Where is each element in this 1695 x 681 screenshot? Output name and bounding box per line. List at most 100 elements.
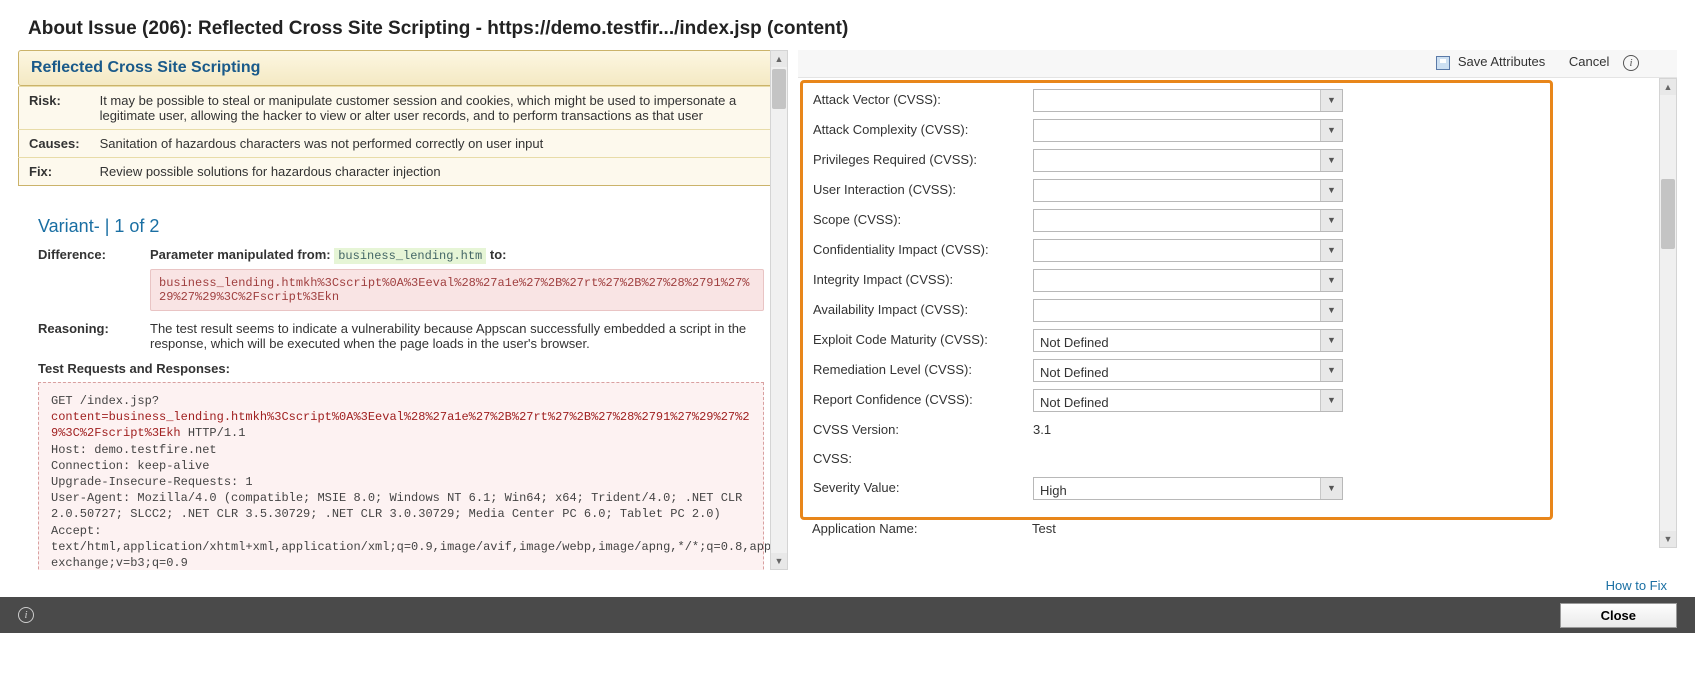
parameter-suffix: to: <box>490 247 507 262</box>
dropdown-value: Not Defined <box>1034 330 1320 351</box>
http-header-line: Upgrade-Insecure-Requests: 1 <box>51 474 751 490</box>
dropdown-value: High <box>1034 478 1320 499</box>
chevron-down-icon: ▼ <box>1320 330 1342 351</box>
attribute-dropdown[interactable]: ▼ <box>1033 239 1343 262</box>
attribute-label: Severity Value: <box>813 477 1033 499</box>
how-to-fix-link[interactable]: How to Fix <box>1606 578 1667 593</box>
attribute-label: Application Name: <box>812 518 1032 540</box>
save-attributes-label: Save Attributes <box>1458 54 1545 69</box>
attribute-row: Attack Vector (CVSS): ▼ <box>813 89 1540 112</box>
tests-title: Test Requests and Responses: <box>18 361 784 376</box>
attribute-dropdown[interactable]: Not Defined▼ <box>1033 359 1343 382</box>
attributes-toolbar: Save Attributes Cancel i <box>798 50 1677 78</box>
difference-body: Parameter manipulated from: business_len… <box>150 247 764 311</box>
risk-value: It may be possible to steal or manipulat… <box>90 87 784 130</box>
attribute-row: CVSS: <box>813 448 1540 470</box>
variant-heading: Variant- | 1 of 2 <box>18 186 784 247</box>
attribute-label: Remediation Level (CVSS): <box>813 359 1033 381</box>
attribute-row: Scope (CVSS): ▼ <box>813 209 1540 232</box>
cancel-button[interactable]: Cancel <box>1569 54 1609 69</box>
footer-info-icon[interactable]: i <box>18 607 34 623</box>
attribute-dropdown[interactable]: ▼ <box>1033 269 1343 292</box>
attribute-row: Exploit Code Maturity (CVSS):Not Defined… <box>813 329 1540 352</box>
save-attributes-button[interactable]: Save Attributes <box>1436 54 1549 69</box>
attribute-dropdown[interactable]: Not Defined▼ <box>1033 389 1343 412</box>
scroll-up-icon[interactable]: ▲ <box>771 51 787 67</box>
chevron-down-icon: ▼ <box>1320 270 1342 291</box>
reasoning-label: Reasoning: <box>38 321 150 351</box>
dropdown-value <box>1034 120 1320 141</box>
dropdown-value <box>1034 180 1320 201</box>
risk-label: Risk: <box>19 87 90 130</box>
left-scrollbar[interactable]: ▲ ▼ <box>770 50 788 570</box>
attribute-label: Scope (CVSS): <box>813 209 1033 231</box>
chevron-down-icon: ▼ <box>1320 180 1342 201</box>
attribute-row: CVSS Version:3.1 <box>813 419 1540 441</box>
http-proto: HTTP/1.1 <box>181 426 246 440</box>
fix-label: Fix: <box>19 158 90 186</box>
chevron-down-icon: ▼ <box>1320 90 1342 111</box>
attribute-row: User Interaction (CVSS): ▼ <box>813 179 1540 202</box>
chevron-down-icon: ▼ <box>1320 210 1342 231</box>
dropdown-value: Not Defined <box>1034 360 1320 381</box>
page-title: About Issue (206): Reflected Cross Site … <box>0 0 1695 50</box>
right-scrollbar[interactable]: ▲ ▼ <box>1659 78 1677 548</box>
close-button[interactable]: Close <box>1560 603 1677 628</box>
dropdown-value <box>1034 240 1320 261</box>
dropdown-value <box>1034 300 1320 321</box>
scroll-thumb[interactable] <box>1661 179 1675 249</box>
http-injected: content=business_lending.htmkh%3Cscript%… <box>51 410 750 440</box>
attribute-dropdown[interactable]: ▼ <box>1033 89 1343 112</box>
cvss-attributes-box: Attack Vector (CVSS): ▼ Attack Complexity … <box>800 80 1553 520</box>
http-header-line: Accept: text/html,application/xhtml+xml,… <box>51 523 751 571</box>
http-method-line: GET /index.jsp? <box>51 394 159 408</box>
http-request-block: GET /index.jsp? content=business_lending… <box>38 382 764 570</box>
chevron-down-icon: ▼ <box>1320 120 1342 141</box>
attribute-label: CVSS: <box>813 448 1033 470</box>
attribute-row: Application Name:Test <box>812 518 1553 540</box>
attribute-label: Report Confidence (CVSS): <box>813 389 1033 411</box>
attribute-static-value: Test <box>1032 518 1553 540</box>
attribute-label: CVSS Version: <box>813 419 1033 441</box>
attribute-dropdown[interactable]: ▼ <box>1033 179 1343 202</box>
scroll-up-icon[interactable]: ▲ <box>1660 79 1676 95</box>
below-attributes: Application Name:Test <box>812 518 1553 547</box>
scroll-thumb[interactable] <box>772 69 786 109</box>
fix-value: Review possible solutions for hazardous … <box>90 158 784 186</box>
attribute-row: Privileges Required (CVSS): ▼ <box>813 149 1540 172</box>
chevron-down-icon: ▼ <box>1320 478 1342 499</box>
info-icon[interactable]: i <box>1623 55 1639 71</box>
issue-summary-table: Risk: It may be possible to steal or man… <box>18 86 784 186</box>
http-header-line: Connection: keep-alive <box>51 458 751 474</box>
attribute-dropdown[interactable]: Not Defined▼ <box>1033 329 1343 352</box>
dropdown-value <box>1034 90 1320 111</box>
scroll-down-icon[interactable]: ▼ <box>1660 531 1676 547</box>
attribute-label: Attack Vector (CVSS): <box>813 89 1033 111</box>
attribute-dropdown[interactable]: ▼ <box>1033 209 1343 232</box>
attribute-dropdown[interactable]: ▼ <box>1033 149 1343 172</box>
http-header-line: Host: demo.testfire.net <box>51 442 751 458</box>
chevron-down-icon: ▼ <box>1320 360 1342 381</box>
attribute-label: Integrity Impact (CVSS): <box>813 269 1033 291</box>
difference-label: Difference: <box>38 247 150 311</box>
attribute-label: User Interaction (CVSS): <box>813 179 1033 201</box>
attribute-row: Report Confidence (CVSS):Not Defined▼ <box>813 389 1540 412</box>
attribute-static-value: 3.1 <box>1033 419 1540 441</box>
attribute-label: Exploit Code Maturity (CVSS): <box>813 329 1033 351</box>
attribute-row: Remediation Level (CVSS):Not Defined▼ <box>813 359 1540 382</box>
attribute-row: Severity Value:High▼ <box>813 477 1540 500</box>
save-icon <box>1436 56 1450 70</box>
attribute-row: Availability Impact (CVSS):▼ <box>813 299 1540 322</box>
injected-payload: business_lending.htmkh%3Cscript%0A%3Eeva… <box>150 269 764 311</box>
attribute-dropdown[interactable]: ▼ <box>1033 119 1343 142</box>
scroll-down-icon[interactable]: ▼ <box>771 553 787 569</box>
attribute-label: Privileges Required (CVSS): <box>813 149 1033 171</box>
attribute-row: Integrity Impact (CVSS): ▼ <box>813 269 1540 292</box>
causes-label: Causes: <box>19 130 90 158</box>
chevron-down-icon: ▼ <box>1320 150 1342 171</box>
attributes-panel: Save Attributes Cancel i Attack Vector (… <box>798 50 1677 570</box>
attribute-label: Attack Complexity (CVSS): <box>813 119 1033 141</box>
attribute-dropdown[interactable]: High▼ <box>1033 477 1343 500</box>
attribute-dropdown[interactable]: ▼ <box>1033 299 1343 322</box>
chevron-down-icon: ▼ <box>1320 240 1342 261</box>
